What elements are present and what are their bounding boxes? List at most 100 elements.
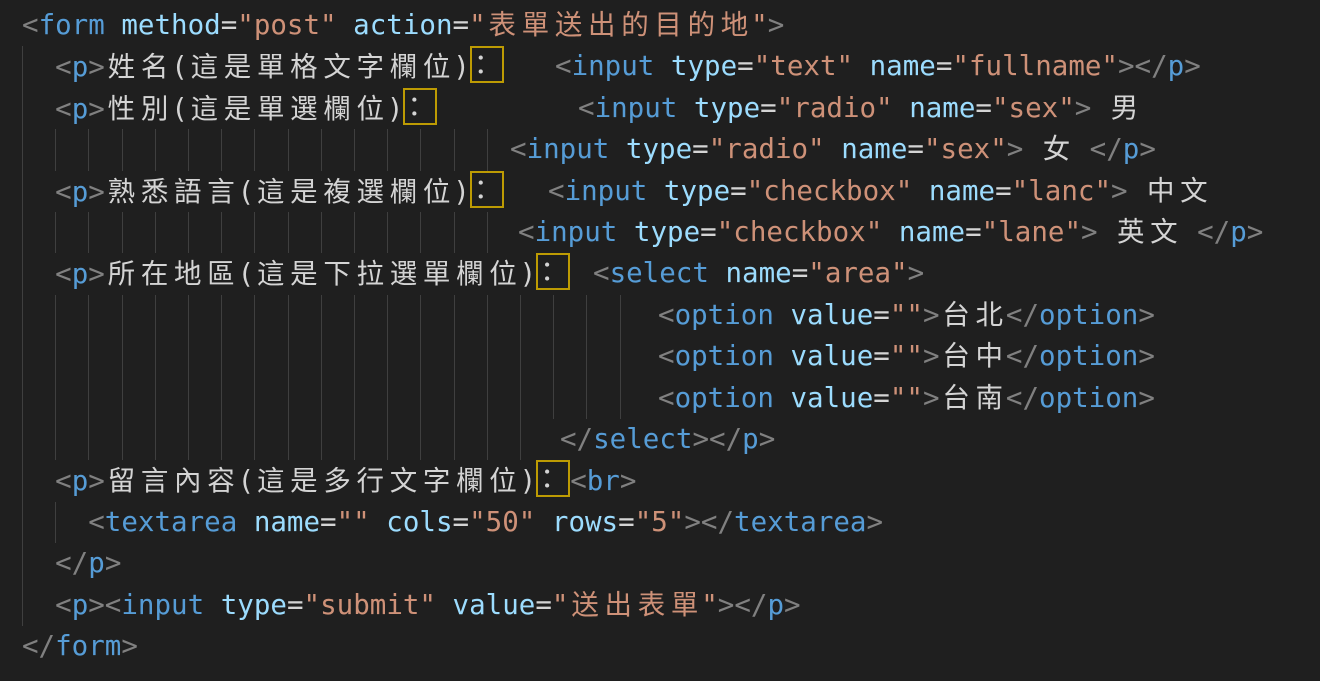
indent-guide xyxy=(22,378,23,419)
token-tag: textarea xyxy=(105,506,237,538)
cjk-char: 言 xyxy=(138,461,171,502)
cjk-char: 南 xyxy=(973,378,1006,419)
token-text xyxy=(774,382,791,414)
code-editor[interactable]: <form method="post" action="表單送出的目的地"> <… xyxy=(0,0,1320,681)
indent-guide xyxy=(454,212,455,253)
token-text xyxy=(609,133,626,165)
indent-guide xyxy=(620,295,621,336)
indent-guide xyxy=(321,336,322,377)
code-segment: <p>性別(這是單選欄位)： xyxy=(22,88,437,129)
token-punctuation: </ xyxy=(1006,340,1039,372)
token-tag: form xyxy=(55,630,121,662)
code-line-1[interactable]: <form method="post" action="表單送出的目的地"> xyxy=(0,5,1320,46)
code-line-14[interactable]: </p> xyxy=(0,543,1320,584)
token-punctuation: > xyxy=(1111,175,1128,207)
token-tag: option xyxy=(675,382,774,414)
code-line-4[interactable]: <input type="radio" name="sex"> 女 </p> xyxy=(0,129,1320,170)
token-tag: input xyxy=(535,216,618,248)
cjk-char: 單 xyxy=(420,254,453,295)
token-tag: p xyxy=(88,547,105,579)
cjk-char: 單 xyxy=(519,5,552,46)
indent-guide xyxy=(288,129,289,170)
token-tag: input xyxy=(595,92,678,124)
unicode-highlight-box: ： xyxy=(536,253,570,290)
cjk-char: ： xyxy=(407,90,433,123)
token-punctuation: > xyxy=(88,51,105,83)
indent-guide xyxy=(354,336,355,377)
cjk-char: 中 xyxy=(973,336,1006,377)
indent-guide xyxy=(487,212,488,253)
token-punctuation: > xyxy=(923,299,940,331)
indent-guide xyxy=(254,129,255,170)
indent-guide xyxy=(88,419,89,460)
indent-guide xyxy=(122,336,123,377)
token-text xyxy=(535,506,552,538)
code-line-13[interactable]: <textarea name="" cols="50" rows="5"></t… xyxy=(0,502,1320,543)
cjk-char: 位 xyxy=(420,172,453,213)
token-attribute: name xyxy=(870,50,936,82)
code-line-8[interactable]: <option value="">台北</option> xyxy=(0,295,1320,336)
token-tag: option xyxy=(675,299,774,331)
code-line-15[interactable]: <p><input type="submit" value="送出表單"></p… xyxy=(0,585,1320,626)
indent-guide xyxy=(254,295,255,336)
cjk-char: 表 xyxy=(635,585,668,626)
cjk-char: 這 xyxy=(188,89,221,130)
code-line-6[interactable]: <input type="checkbox" name="lane"> 英文 <… xyxy=(0,212,1320,253)
cjk-char: 文 xyxy=(1177,171,1210,212)
cjk-char: 言 xyxy=(204,172,237,213)
token-string: "text" xyxy=(754,50,853,82)
token-string: "50" xyxy=(469,506,535,538)
code-line-11[interactable]: </select></p> xyxy=(0,419,1320,460)
cjk-char: 位 xyxy=(420,47,453,88)
indent-guide xyxy=(321,129,322,170)
token-operator: = xyxy=(287,589,304,621)
cjk-char: 熟 xyxy=(105,172,138,213)
token-attribute: method xyxy=(121,9,220,41)
cjk-char: 中 xyxy=(1144,171,1177,212)
token-tag: p xyxy=(72,589,89,621)
token-string: "sex" xyxy=(924,133,1007,165)
token-punctuation: > xyxy=(784,589,801,621)
token-text: 英文 xyxy=(1098,216,1198,248)
indent-guide xyxy=(487,419,488,460)
token-attribute: cols xyxy=(386,506,452,538)
cjk-char: ： xyxy=(474,173,500,206)
code-line-16[interactable]: </form> xyxy=(0,626,1320,667)
token-string: "checkbox" xyxy=(747,175,913,207)
token-text xyxy=(893,92,910,124)
code-line-5[interactable]: <p>熟悉語言(這是複選欄位)：<input type="checkbox" n… xyxy=(0,171,1320,212)
code-line-2[interactable]: <p>姓名(這是單格文字欄位)：<input type="text" name=… xyxy=(0,46,1320,87)
indent-guide xyxy=(520,336,521,377)
code-line-12[interactable]: <p>留言內容(這是多行文字欄位)：<br> xyxy=(0,460,1320,501)
indent-guide xyxy=(487,295,488,336)
indent-guide xyxy=(354,129,355,170)
code-line-9[interactable]: <option value="">台中</option> xyxy=(0,336,1320,377)
token-text xyxy=(654,50,671,82)
indent-guide xyxy=(420,378,421,419)
cjk-char: 選 xyxy=(387,254,420,295)
code-segment: <p>留言內容(這是多行文字欄位)：<br> xyxy=(22,460,636,501)
token-string: "送出表單" xyxy=(552,589,718,621)
cjk-char: 字 xyxy=(420,461,453,502)
token-tag: p xyxy=(72,176,89,208)
token-punctuation: > xyxy=(1007,133,1024,165)
token-punctuation: < xyxy=(55,51,72,83)
cjk-char: 字 xyxy=(354,47,387,88)
code-line-10[interactable]: <option value="">台南</option> xyxy=(0,378,1320,419)
indent-guide xyxy=(254,336,255,377)
code-line-3[interactable]: <p>性別(這是單選欄位)：<input type="radio" name="… xyxy=(0,88,1320,129)
token-attribute: name xyxy=(254,506,320,538)
token-text: 性別(這是單選欄位) xyxy=(105,93,404,125)
indent-guide xyxy=(354,378,355,419)
token-punctuation: </ xyxy=(22,630,55,662)
indent-guide xyxy=(354,419,355,460)
token-string: "checkbox" xyxy=(717,216,883,248)
token-tag: option xyxy=(1039,299,1138,331)
indent-guide xyxy=(520,419,521,460)
token-punctuation: > xyxy=(88,176,105,208)
token-operator: = xyxy=(936,50,953,82)
token-attribute: type xyxy=(634,216,700,248)
code-line-7[interactable]: <p>所在地區(這是下拉選單欄位)：<select name="area"> xyxy=(0,253,1320,294)
token-punctuation: > xyxy=(105,547,122,579)
indent-guide xyxy=(122,419,123,460)
